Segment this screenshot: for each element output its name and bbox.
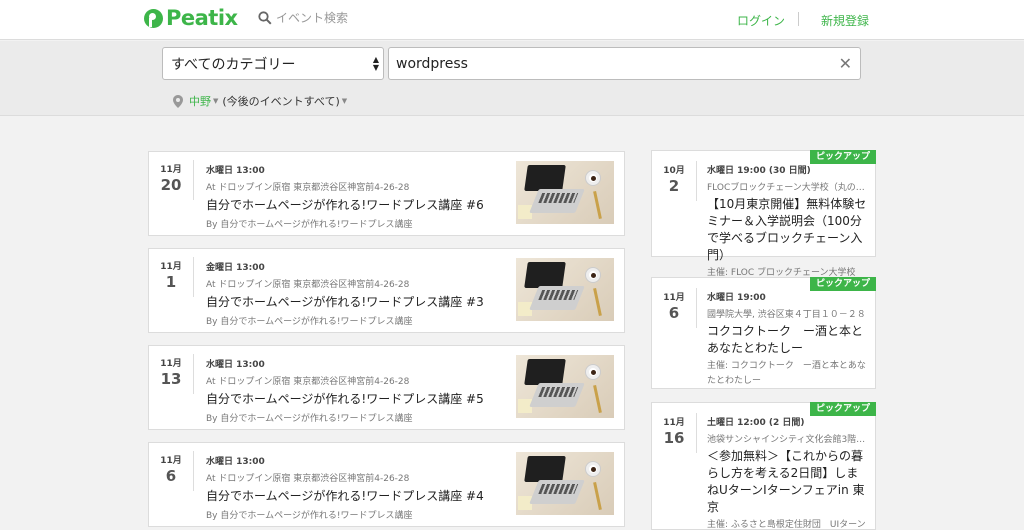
pickup-time: 水曜日 19:00 (30 日間) — [707, 166, 811, 176]
pickup-month: 10月 — [663, 166, 685, 176]
date-divider — [193, 354, 194, 394]
pickup-info: 水曜日 19:00 國學院大學, 渋谷区東４丁目１０－２８ コクコクトーク ー酒… — [707, 290, 869, 389]
event-card[interactable]: 11月 13 水曜日 13:00 At ドロップイン原宿 東京都渋谷区神宮前4-… — [148, 345, 625, 430]
event-time: 金曜日 13:00 — [206, 263, 265, 273]
date-divider — [696, 288, 697, 328]
category-select[interactable]: すべてのカテゴリー ▲ ▼ — [162, 47, 384, 80]
event-month: 11月 — [160, 165, 182, 175]
event-time: 水曜日 13:00 — [206, 166, 265, 176]
event-venue: At ドロップイン原宿 東京都渋谷区神宮前4-26-28 — [206, 474, 410, 484]
event-card[interactable]: 11月 1 金曜日 13:00 At ドロップイン原宿 東京都渋谷区神宮前4-2… — [148, 248, 625, 333]
pickup-date: 10月 2 — [652, 163, 696, 195]
pickup-month: 11月 — [663, 293, 685, 303]
date-divider — [193, 257, 194, 297]
pickup-badge: ピックアップ — [809, 402, 876, 416]
date-range[interactable]: (今後のイベントすべて) — [222, 93, 339, 109]
event-title[interactable]: 自分でホームページが作れる!ワードプレス講座 #5 — [206, 390, 506, 407]
event-title[interactable]: 自分でホームページが作れる!ワードプレス講座 #6 — [206, 196, 506, 213]
top-header: Peatix イベント検索 ログイン 新規登録 — [0, 0, 1024, 40]
event-thumbnail[interactable] — [516, 452, 614, 515]
peatix-logo-icon — [144, 8, 163, 28]
event-thumbnail[interactable] — [516, 258, 614, 321]
event-venue: At ドロップイン原宿 東京都渋谷区神宮前4-26-28 — [206, 280, 410, 290]
event-venue: At ドロップイン原宿 東京都渋谷区神宮前4-26-28 — [206, 183, 410, 193]
pickup-day: 6 — [668, 304, 680, 322]
event-card[interactable]: 11月 6 水曜日 13:00 At ドロップイン原宿 東京都渋谷区神宮前4-2… — [148, 442, 625, 527]
pickup-title[interactable]: 【10月東京開催】無料体験セミナー＆入学説明会（100分で学べるブロックチェーン… — [707, 196, 869, 264]
event-date: 11月 6 — [149, 453, 193, 485]
close-icon[interactable]: ✕ — [839, 56, 852, 72]
pickup-card[interactable]: ピックアップ 11月 16 土曜日 12:00 (2 日間) 池袋サンシャインシ… — [651, 402, 876, 530]
pickup-organizer: 主催: コクコクトーク ー酒と本とあなたとわたしー — [707, 361, 866, 386]
pickup-date: 11月 6 — [652, 290, 696, 322]
pickup-date: 11月 16 — [652, 415, 696, 447]
search-icon — [258, 10, 272, 25]
event-title[interactable]: 自分でホームページが作れる!ワードプレス講座 #4 — [206, 487, 506, 504]
pickup-day: 2 — [668, 177, 680, 195]
pickup-badge: ピックアップ — [809, 150, 876, 164]
chevron-down-icon: ▼ — [341, 97, 348, 105]
event-search-link[interactable]: イベント検索 — [258, 9, 348, 26]
event-thumbnail[interactable] — [516, 355, 614, 418]
event-organizer: By 自分でホームページが作れる!ワードプレス講座 — [206, 511, 413, 521]
pickup-info: 土曜日 12:00 (2 日間) 池袋サンシャインシティ文化会館3階… ＜参加無… — [707, 415, 869, 530]
pickup-card[interactable]: ピックアップ 11月 6 水曜日 19:00 國學院大學, 渋谷区東４丁目１０－… — [651, 277, 876, 389]
event-month: 11月 — [160, 359, 182, 369]
pickup-title[interactable]: コクコクトーク ー酒と本とあなたとわたしー — [707, 323, 869, 357]
date-divider — [696, 161, 697, 201]
location-city[interactable]: 中野 — [189, 93, 211, 109]
event-organizer: By 自分でホームページが作れる!ワードプレス講座 — [206, 220, 413, 230]
event-info: 水曜日 13:00 At ドロップイン原宿 東京都渋谷区神宮前4-26-28 自… — [206, 454, 506, 521]
pickup-organizer: 主催: ふるさと島根定住財団 UIターン推進課 — [707, 520, 866, 530]
location-filter: 中野 ▼ (今後のイベントすべて) ▼ — [173, 93, 351, 109]
pickup-time: 水曜日 19:00 — [707, 293, 766, 303]
pickup-info: 水曜日 19:00 (30 日間) FLOCブロックチェーン大学校（丸の… 【1… — [707, 163, 869, 281]
pickup-month: 11月 — [663, 418, 685, 428]
keyword-input[interactable]: wordpress ✕ — [388, 47, 861, 80]
event-thumbnail[interactable] — [516, 161, 614, 224]
select-arrows-icon: ▲ ▼ — [372, 55, 379, 72]
keyword-value: wordpress — [396, 55, 468, 72]
date-divider — [696, 413, 697, 453]
event-day: 20 — [160, 176, 182, 194]
pickup-day: 16 — [663, 429, 685, 447]
event-month: 11月 — [160, 262, 182, 272]
event-date: 11月 1 — [149, 259, 193, 291]
logo-text: Peatix — [166, 6, 238, 30]
pickup-venue: 池袋サンシャインシティ文化会館3階… — [707, 435, 866, 445]
event-card[interactable]: 11月 20 水曜日 13:00 At ドロップイン原宿 東京都渋谷区神宮前4-… — [148, 151, 625, 236]
event-day: 1 — [165, 273, 177, 291]
header-divider — [798, 12, 799, 26]
date-divider — [193, 451, 194, 491]
event-date: 11月 13 — [149, 356, 193, 388]
peatix-logo[interactable]: Peatix — [144, 6, 238, 30]
signup-link[interactable]: 新規登録 — [821, 12, 869, 29]
date-divider — [193, 160, 194, 200]
search-bar: すべてのカテゴリー ▲ ▼ wordpress ✕ 中野 ▼ (今後のイベントすべ… — [0, 41, 1024, 116]
event-info: 水曜日 13:00 At ドロップイン原宿 東京都渋谷区神宮前4-26-28 自… — [206, 163, 506, 230]
event-search-label: イベント検索 — [276, 11, 349, 25]
event-day: 6 — [165, 467, 177, 485]
category-value: すべてのカテゴリー — [171, 56, 296, 73]
event-day: 13 — [160, 370, 182, 388]
pickup-venue: FLOCブロックチェーン大学校（丸の… — [707, 183, 865, 193]
pickup-time: 土曜日 12:00 (2 日間) — [707, 418, 805, 428]
event-time: 水曜日 13:00 — [206, 457, 265, 467]
event-date: 11月 20 — [149, 162, 193, 194]
event-title[interactable]: 自分でホームページが作れる!ワードプレス講座 #3 — [206, 293, 506, 310]
event-organizer: By 自分でホームページが作れる!ワードプレス講座 — [206, 317, 413, 327]
event-organizer: By 自分でホームページが作れる!ワードプレス講座 — [206, 414, 413, 424]
chevron-down-icon: ▼ — [213, 97, 219, 105]
pickup-title[interactable]: ＜参加無料＞【これからの暮らし方を考える2日間】しまねUターンIターンフェアin… — [707, 448, 869, 516]
pickup-venue: 國學院大學, 渋谷区東４丁目１０－２８ — [707, 310, 866, 320]
event-venue: At ドロップイン原宿 東京都渋谷区神宮前4-26-28 — [206, 377, 410, 387]
event-time: 水曜日 13:00 — [206, 360, 265, 370]
map-pin-icon — [173, 94, 183, 108]
pickup-badge: ピックアップ — [809, 277, 876, 291]
event-info: 金曜日 13:00 At ドロップイン原宿 東京都渋谷区神宮前4-26-28 自… — [206, 260, 506, 327]
login-link[interactable]: ログイン — [737, 12, 785, 29]
event-info: 水曜日 13:00 At ドロップイン原宿 東京都渋谷区神宮前4-26-28 自… — [206, 357, 506, 424]
pickup-card[interactable]: ピックアップ 10月 2 水曜日 19:00 (30 日間) FLOCブロックチ… — [651, 150, 876, 278]
event-month: 11月 — [160, 456, 182, 466]
